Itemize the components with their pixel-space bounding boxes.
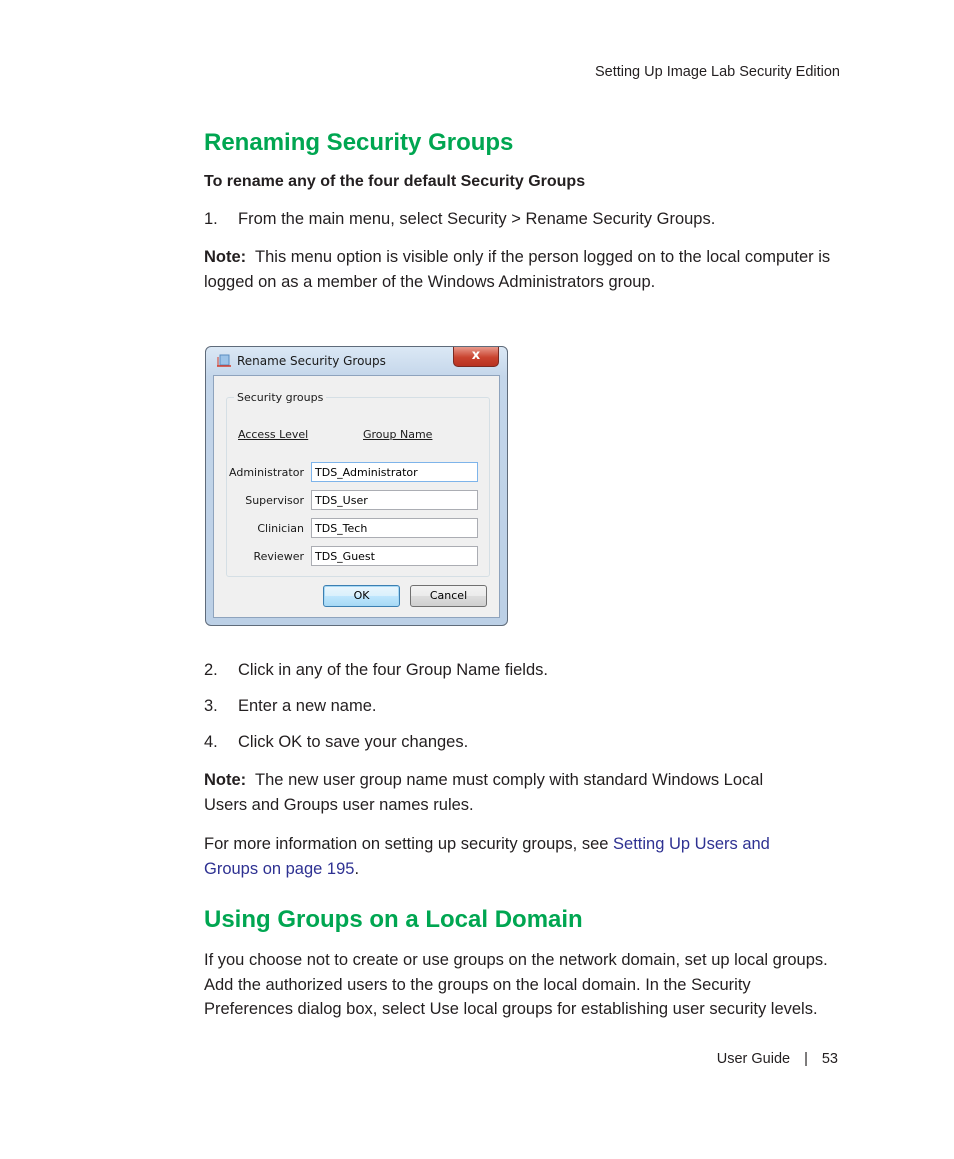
groupbox-label: Security groups <box>234 391 327 404</box>
dialog-titlebar[interactable]: Rename Security Groups x <box>206 347 507 375</box>
footer-separator: | <box>804 1051 808 1067</box>
group-name-field-reviewer[interactable]: TDS_Guest <box>311 546 478 566</box>
step-text: Enter a new name. <box>238 697 377 715</box>
note-2: Note: The new user group name must compl… <box>204 768 804 817</box>
note-text: This menu option is visible only if the … <box>204 248 831 291</box>
step-1: 1. From the main menu, select Security > … <box>204 210 715 229</box>
step-number: 2. <box>204 661 218 679</box>
rename-security-groups-dialog: Rename Security Groups x Security groups… <box>205 346 508 626</box>
step-number: 3. <box>204 697 218 715</box>
close-button[interactable]: x <box>453 347 499 367</box>
local-domain-paragraph: If you choose not to create or use group… <box>204 951 828 1018</box>
level-label-supervisor: Supervisor <box>245 494 304 507</box>
more-info-end: . <box>354 859 360 878</box>
level-label-reviewer: Reviewer <box>253 550 304 563</box>
step-4: 4. Click OK to save your changes. <box>204 733 468 752</box>
section-heading-local-domain: Using Groups on a Local Domain <box>204 906 583 933</box>
step-3: 3. Enter a new name. <box>204 697 377 716</box>
close-icon: x <box>471 348 481 363</box>
access-level-header: Access Level <box>238 428 309 441</box>
note-label: Note: <box>204 771 247 789</box>
cancel-button[interactable]: Cancel <box>410 585 487 607</box>
procedure-title: To rename any of the four default Securi… <box>204 173 586 190</box>
group-name-field-clinician[interactable]: TDS_Tech <box>311 518 478 538</box>
more-info-text: For more information on setting up secur… <box>204 835 614 853</box>
app-icon <box>217 354 231 367</box>
dialog-title: Rename Security Groups <box>237 354 386 368</box>
page-footer: User Guide | 53 <box>717 1051 838 1067</box>
footer-label: User Guide <box>716 1051 791 1067</box>
note-label: Note: <box>204 248 247 266</box>
step-text: Click in any of the four Group Name fiel… <box>238 661 548 679</box>
more-info-paragraph: For more information on setting up secur… <box>204 832 804 881</box>
dialog-client-area: Security groups Access Level Group Name … <box>213 375 500 618</box>
step-2: 2. Click in any of the four Group Name fi… <box>204 661 548 680</box>
step-text: Click OK to save your changes. <box>238 733 469 751</box>
step-number: 1. <box>204 210 218 228</box>
running-head: Setting Up Image Lab Security Edition <box>594 64 840 80</box>
group-name-field-supervisor[interactable]: TDS_User <box>311 490 478 510</box>
group-name-field-administrator[interactable]: TDS_Administrator <box>311 462 478 482</box>
ok-button[interactable]: OK <box>323 585 400 607</box>
section-heading-renaming: Renaming Security Groups <box>204 129 514 156</box>
note-text: The new user group name must comply with… <box>204 771 764 814</box>
page-number: 53 <box>821 1051 838 1067</box>
note-1: Note: This menu option is visible only i… <box>204 245 854 294</box>
group-name-header: Group Name <box>363 428 433 441</box>
step-number: 4. <box>204 733 218 751</box>
level-label-clinician: Clinician <box>257 522 304 535</box>
step-text: From the main menu, select Security > Re… <box>238 210 716 228</box>
level-label-administrator: Administrator <box>229 466 304 479</box>
